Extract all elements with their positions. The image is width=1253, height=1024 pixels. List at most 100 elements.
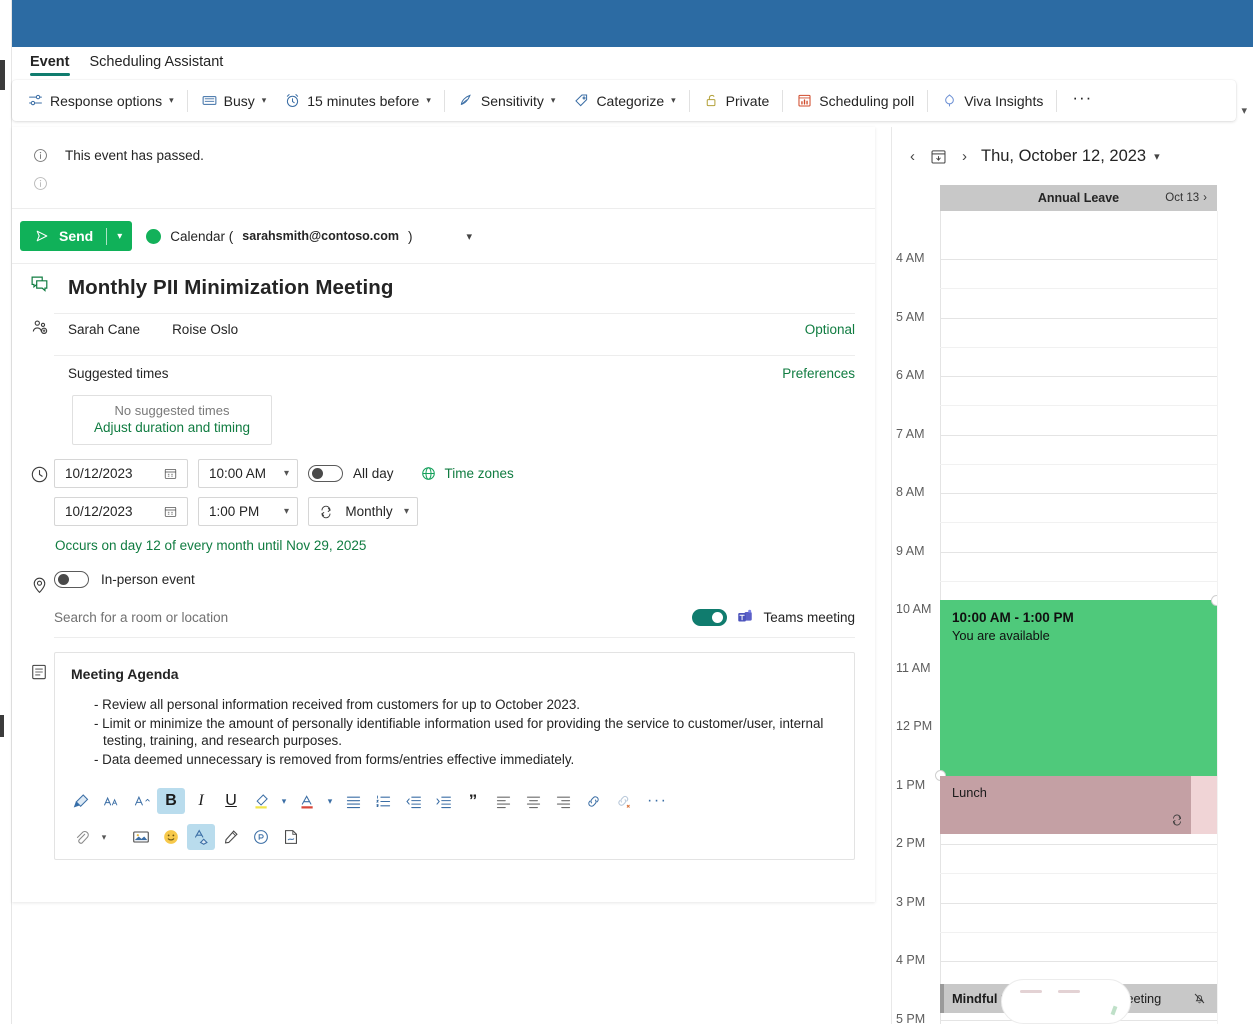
remove-link-icon[interactable] (609, 788, 637, 814)
today-calendar-icon[interactable] (929, 147, 948, 166)
draw-icon[interactable] (217, 824, 245, 850)
attendee-list[interactable]: Sarah Cane Roise Oslo Optional (54, 314, 855, 346)
location-search-input[interactable]: Search for a room or location (54, 610, 228, 625)
attach-file-icon[interactable] (67, 824, 95, 850)
selected-time-block[interactable]: 10:00 AM - 1:00 PM You are available (935, 595, 1222, 781)
optional-attendees-button[interactable]: Optional (805, 322, 855, 337)
no-suggested-times-box[interactable]: No suggested times Adjust duration and t… (72, 395, 272, 445)
font-size-icon[interactable] (97, 788, 125, 814)
loop-component-icon[interactable] (247, 824, 275, 850)
teams-meeting-toggle[interactable] (692, 608, 728, 626)
bulleted-list-icon[interactable] (339, 788, 367, 814)
sensitivity-icon (458, 92, 475, 109)
italic-icon[interactable]: I (187, 788, 215, 814)
all-day-event-end: Oct 13 › (1165, 192, 1207, 204)
body-editor-content[interactable]: Meeting Agenda - Review all personal inf… (55, 653, 854, 782)
hour-row[interactable]: 8 AM (892, 485, 1217, 552)
align-left-icon[interactable] (489, 788, 517, 814)
send-button[interactable]: Send ▾ (20, 221, 133, 251)
highlight-color-icon[interactable] (247, 788, 275, 814)
numbered-list-icon[interactable] (369, 788, 397, 814)
calendar-date-picker[interactable]: Thu, October 12, 2023 ▾ (981, 147, 1160, 166)
hour-label: 6 AM (896, 368, 925, 382)
ribbon-collapse-button[interactable]: ▾ (1241, 104, 1247, 117)
clear-formatting-icon[interactable] (187, 824, 215, 850)
chevron-down-icon[interactable]: ▾ (97, 832, 111, 843)
chevron-right-icon[interactable]: › (962, 148, 967, 165)
ribbon-divider (186, 89, 188, 112)
send-options-caret[interactable]: ▾ (107, 231, 132, 242)
emoji-icon[interactable] (157, 824, 185, 850)
hour-label: 12 PM (896, 719, 933, 733)
end-date-input[interactable]: 10/12/2023 (54, 497, 188, 526)
in-person-toggle[interactable] (54, 571, 89, 588)
time-zones-button[interactable]: Time zones (420, 465, 514, 482)
ribbon-reminder[interactable]: 15 minutes before ▾ (275, 87, 440, 114)
chevron-left-icon[interactable]: ‹ (910, 148, 915, 165)
increase-indent-icon[interactable] (429, 788, 457, 814)
chevron-down-icon[interactable]: ▾ (277, 796, 291, 807)
ribbon-categorize[interactable]: Categorize ▾ (564, 87, 684, 114)
ribbon-response-options[interactable]: Response options ▾ (18, 87, 183, 114)
ribbon-sensitivity[interactable]: Sensitivity ▾ (449, 87, 565, 114)
event-title-input[interactable]: Monthly PII Minimization Meeting (54, 270, 855, 304)
recurrence-note[interactable]: Occurs on day 12 of every month until No… (54, 535, 855, 553)
insert-link-icon[interactable] (579, 788, 607, 814)
floating-overlay-pill[interactable] (1001, 979, 1131, 1024)
insert-signature-icon[interactable] (277, 824, 305, 850)
ribbon-scheduling-poll[interactable]: Scheduling poll (787, 87, 923, 114)
notice-text: This event has passed. (65, 147, 204, 163)
calendar-day-grid[interactable]: 4 AM 5 AM 6 AM 7 AM 8 AM 9 AM 10 AM 11 A… (892, 211, 1253, 1024)
attendee-chip[interactable]: Sarah Cane (68, 322, 140, 337)
font-color-icon[interactable] (293, 788, 321, 814)
underline-icon[interactable]: U (217, 788, 245, 814)
end-time-input[interactable]: 1:00 PM ▾ (198, 497, 298, 526)
all-day-toggle[interactable] (308, 465, 343, 482)
hour-row[interactable]: 3 PM (892, 895, 1217, 962)
hour-row[interactable]: 7 AM (892, 427, 1217, 494)
hour-row[interactable]: 5 AM (892, 310, 1217, 377)
hour-row[interactable]: 4 AM (892, 251, 1217, 318)
info-icon (32, 147, 49, 164)
ribbon-private[interactable]: Private (694, 87, 779, 114)
calendar-right-rail (1217, 211, 1253, 1024)
font-grow-icon[interactable] (127, 788, 155, 814)
format-painter-icon[interactable] (67, 788, 95, 814)
calendar-label-close: ) (407, 228, 413, 244)
location-pin-icon (24, 571, 54, 638)
all-day-event-annual-leave[interactable]: Annual Leave Oct 13 › (940, 185, 1217, 211)
calendar-expand-caret[interactable]: ▾ (466, 230, 472, 243)
hour-label: 4 AM (896, 251, 925, 265)
attendee-chip[interactable]: Roise Oslo (172, 322, 238, 337)
recurrence-select[interactable]: Monthly ▾ (308, 497, 418, 526)
lunch-event[interactable]: Lunch (940, 776, 1217, 834)
tab-scheduling-assistant[interactable]: Scheduling Assistant (80, 50, 234, 78)
overlay-dash-right (1058, 990, 1080, 993)
calendar-selector[interactable]: Calendar ( sarahsmith@contoso.com ) (146, 228, 413, 244)
ribbon-viva-insights[interactable]: Viva Insights (932, 87, 1052, 114)
preferences-button[interactable]: Preferences (782, 366, 855, 381)
chevron-down-icon[interactable]: ▾ (323, 796, 337, 807)
start-time-input[interactable]: 10:00 AM ▾ (198, 459, 298, 488)
ribbon-busy[interactable]: Busy ▾ (192, 87, 276, 114)
decrease-indent-icon[interactable] (399, 788, 427, 814)
body-editor[interactable]: Meeting Agenda - Review all personal inf… (54, 652, 855, 860)
calendar-picker-icon[interactable] (163, 504, 178, 519)
chevron-right-icon: › (1203, 192, 1207, 204)
hour-row[interactable]: 6 AM (892, 368, 1217, 435)
time-zones-label: Time zones (444, 466, 514, 481)
hour-row[interactable]: 2 PM (892, 836, 1217, 903)
ribbon-overflow-button[interactable]: ··· (1061, 86, 1103, 116)
insert-picture-icon[interactable] (127, 824, 155, 850)
response-options-icon (27, 92, 44, 109)
more-formatting-icon[interactable]: ··· (639, 792, 675, 810)
align-center-icon[interactable] (519, 788, 547, 814)
tab-event[interactable]: Event (20, 50, 80, 78)
start-date-input[interactable]: 10/12/2023 (54, 459, 188, 488)
calendar-picker-icon[interactable] (163, 466, 178, 481)
quote-icon[interactable]: ” (459, 788, 487, 814)
align-right-icon[interactable] (549, 788, 577, 814)
adjust-duration-button[interactable]: Adjust duration and timing (73, 420, 271, 435)
teams-meeting-label: Teams meeting (763, 609, 855, 625)
bold-icon[interactable]: B (157, 788, 185, 814)
